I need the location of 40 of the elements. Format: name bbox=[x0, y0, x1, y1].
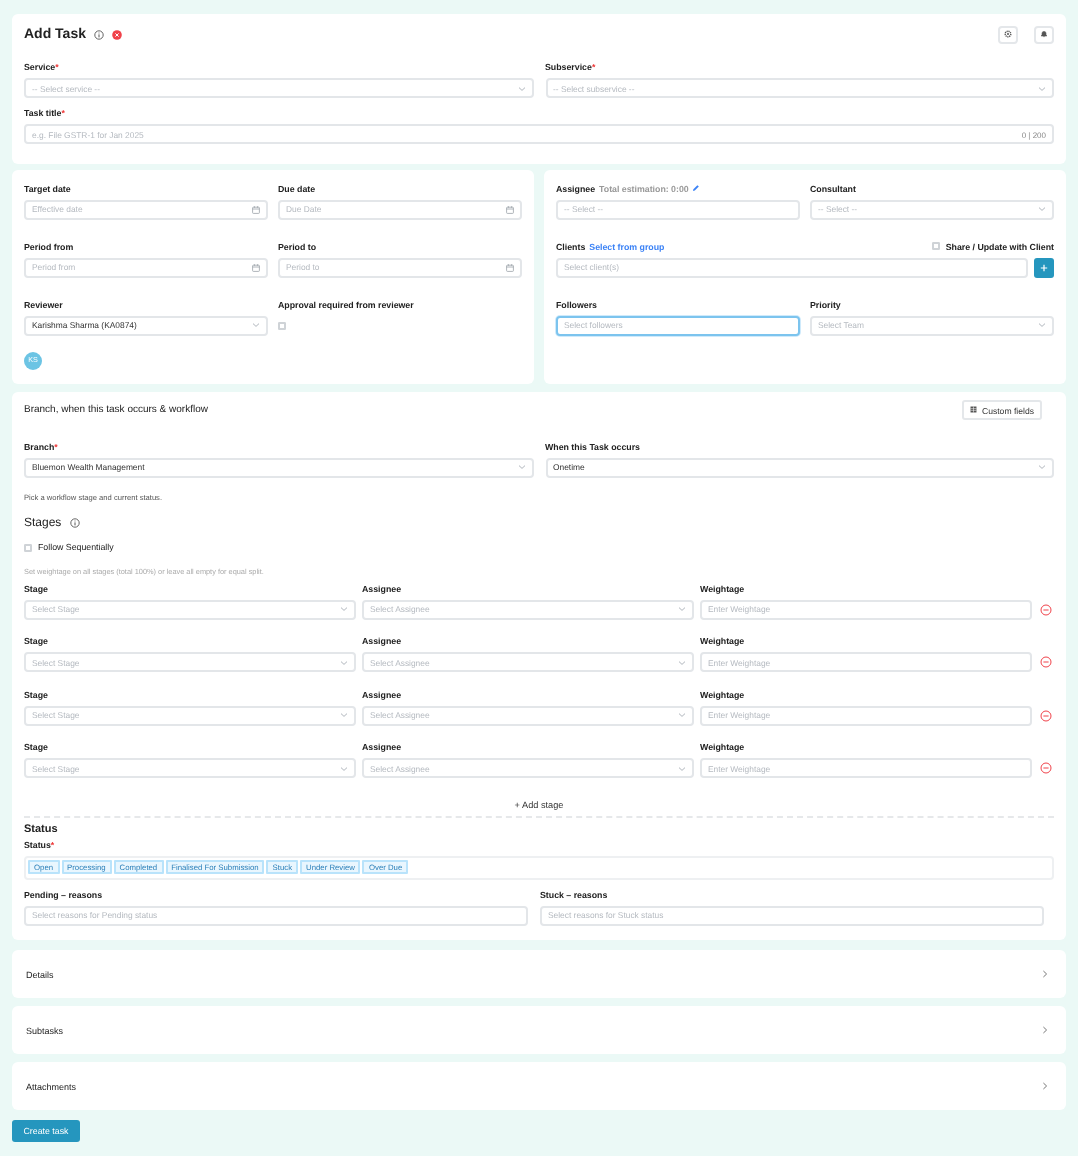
bell-button[interactable] bbox=[1034, 25, 1054, 43]
chevron-down-icon bbox=[252, 322, 260, 328]
pencil-icon[interactable] bbox=[692, 184, 701, 192]
info-icon bbox=[69, 518, 80, 528]
chevron-down-icon bbox=[517, 464, 525, 470]
add-client-button[interactable] bbox=[1034, 257, 1054, 277]
settings-button[interactable] bbox=[998, 25, 1018, 43]
info-icon bbox=[94, 29, 104, 39]
remove-icon[interactable] bbox=[1040, 762, 1052, 774]
chevron-down-icon bbox=[1038, 464, 1046, 470]
remove-icon[interactable] bbox=[1040, 709, 1052, 721]
chevron-down-icon bbox=[517, 85, 525, 91]
chevron-down-icon bbox=[340, 765, 348, 771]
remove-icon[interactable] bbox=[1040, 656, 1052, 668]
bell-icon bbox=[1040, 30, 1048, 38]
chevron-down-icon bbox=[678, 659, 686, 665]
share-checkbox[interactable] bbox=[931, 242, 940, 250]
calendar-icon bbox=[506, 263, 514, 271]
plus-icon bbox=[1040, 263, 1048, 271]
chevron-down-icon bbox=[340, 659, 348, 665]
grid-icon bbox=[970, 406, 978, 414]
chevron-right-icon bbox=[1042, 1026, 1048, 1034]
chevron-down-icon bbox=[678, 765, 686, 771]
remove-icon[interactable] bbox=[1040, 603, 1052, 615]
chevron-right-icon bbox=[1042, 970, 1048, 978]
chevron-right-icon bbox=[1042, 1082, 1048, 1090]
chevron-down-icon bbox=[678, 712, 686, 718]
calendar-icon bbox=[506, 205, 514, 213]
chevron-down-icon bbox=[1038, 85, 1046, 91]
chevron-down-icon bbox=[678, 606, 686, 612]
chevron-down-icon bbox=[340, 606, 348, 612]
chevron-down-icon bbox=[1038, 206, 1046, 212]
settings-icon bbox=[1004, 30, 1012, 38]
approval-checkbox[interactable] bbox=[278, 321, 286, 329]
calendar-icon bbox=[252, 205, 260, 213]
chevron-down-icon bbox=[1038, 322, 1046, 328]
calendar-icon bbox=[252, 263, 260, 271]
chevron-down-icon bbox=[340, 712, 348, 718]
close-icon[interactable] bbox=[112, 29, 122, 39]
follow-sequentially-checkbox[interactable] bbox=[24, 543, 32, 551]
